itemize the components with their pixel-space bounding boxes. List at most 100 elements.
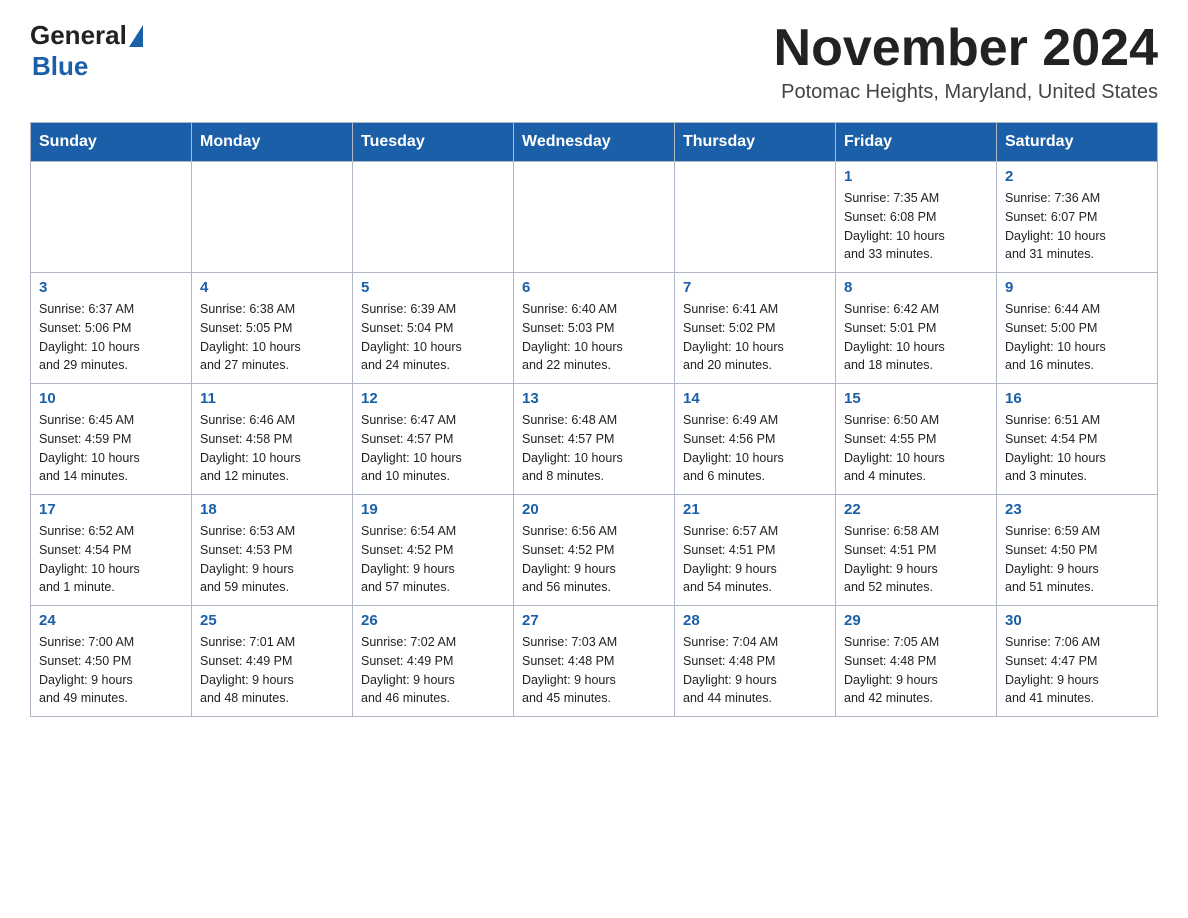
day-info: Sunrise: 6:58 AM Sunset: 4:51 PM Dayligh… bbox=[844, 522, 988, 597]
month-title: November 2024 bbox=[774, 20, 1158, 77]
calendar-day-cell: 7 Sunrise: 6:41 AM Sunset: 5:02 PM Daylig… bbox=[675, 273, 836, 384]
calendar-day-cell: 2 Sunrise: 7:36 AM Sunset: 6:07 PM Daylig… bbox=[997, 162, 1158, 273]
day-number: 5 bbox=[361, 279, 505, 296]
calendar-day-cell: 23 Sunrise: 6:59 AM Sunset: 4:50 PM Dayli… bbox=[997, 495, 1158, 606]
day-number: 20 bbox=[522, 501, 666, 518]
day-info: Sunrise: 7:01 AM Sunset: 4:49 PM Dayligh… bbox=[200, 633, 344, 708]
day-info: Sunrise: 7:02 AM Sunset: 4:49 PM Dayligh… bbox=[361, 633, 505, 708]
day-info: Sunrise: 6:53 AM Sunset: 4:53 PM Dayligh… bbox=[200, 522, 344, 597]
day-number: 23 bbox=[1005, 501, 1149, 518]
day-info: Sunrise: 6:48 AM Sunset: 4:57 PM Dayligh… bbox=[522, 411, 666, 486]
calendar-week-row: 17 Sunrise: 6:52 AM Sunset: 4:54 PM Dayli… bbox=[31, 495, 1158, 606]
calendar-day-cell bbox=[514, 162, 675, 273]
calendar-day-cell: 30 Sunrise: 7:06 AM Sunset: 4:47 PM Dayli… bbox=[997, 606, 1158, 717]
calendar-week-row: 1Sunrise: 7:35 AM Sunset: 6:08 PM Daylig… bbox=[31, 162, 1158, 273]
day-number: 1 bbox=[844, 168, 988, 185]
calendar-header-row: SundayMondayTuesdayWednesdayThursdayFrid… bbox=[31, 123, 1158, 162]
calendar-day-cell: 1Sunrise: 7:35 AM Sunset: 6:08 PM Daylig… bbox=[836, 162, 997, 273]
calendar-day-cell: 21Sunrise: 6:57 AM Sunset: 4:51 PM Dayli… bbox=[675, 495, 836, 606]
calendar-table: SundayMondayTuesdayWednesdayThursdayFrid… bbox=[30, 122, 1158, 717]
calendar-day-cell bbox=[675, 162, 836, 273]
day-number: 2 bbox=[1005, 168, 1149, 185]
calendar-day-cell: 5 Sunrise: 6:39 AM Sunset: 5:04 PM Daylig… bbox=[353, 273, 514, 384]
calendar-day-cell: 11 Sunrise: 6:46 AM Sunset: 4:58 PM Dayli… bbox=[192, 384, 353, 495]
day-info: Sunrise: 6:46 AM Sunset: 4:58 PM Dayligh… bbox=[200, 411, 344, 486]
calendar-day-cell: 22 Sunrise: 6:58 AM Sunset: 4:51 PM Dayli… bbox=[836, 495, 997, 606]
calendar-day-cell: 29 Sunrise: 7:05 AM Sunset: 4:48 PM Dayli… bbox=[836, 606, 997, 717]
calendar-day-cell: 10Sunrise: 6:45 AM Sunset: 4:59 PM Dayli… bbox=[31, 384, 192, 495]
day-number: 16 bbox=[1005, 390, 1149, 407]
calendar-day-cell: 19Sunrise: 6:54 AM Sunset: 4:52 PM Dayli… bbox=[353, 495, 514, 606]
day-info: Sunrise: 7:00 AM Sunset: 4:50 PM Dayligh… bbox=[39, 633, 183, 708]
logo-blue-text: Blue bbox=[32, 51, 88, 81]
logo: General Blue bbox=[30, 20, 143, 82]
location-title: Potomac Heights, Maryland, United States bbox=[774, 81, 1158, 104]
day-number: 25 bbox=[200, 612, 344, 629]
day-number: 17 bbox=[39, 501, 183, 518]
calendar-day-cell: 13 Sunrise: 6:48 AM Sunset: 4:57 PM Dayli… bbox=[514, 384, 675, 495]
calendar-week-row: 10Sunrise: 6:45 AM Sunset: 4:59 PM Dayli… bbox=[31, 384, 1158, 495]
calendar-week-row: 24 Sunrise: 7:00 AM Sunset: 4:50 PM Dayli… bbox=[31, 606, 1158, 717]
day-info: Sunrise: 6:39 AM Sunset: 5:04 PM Dayligh… bbox=[361, 300, 505, 375]
day-info: Sunrise: 7:03 AM Sunset: 4:48 PM Dayligh… bbox=[522, 633, 666, 708]
day-number: 4 bbox=[200, 279, 344, 296]
day-number: 13 bbox=[522, 390, 666, 407]
calendar-day-cell: 17 Sunrise: 6:52 AM Sunset: 4:54 PM Dayli… bbox=[31, 495, 192, 606]
calendar-day-cell: 15 Sunrise: 6:50 AM Sunset: 4:55 PM Dayli… bbox=[836, 384, 997, 495]
day-number: 11 bbox=[200, 390, 344, 407]
day-info: Sunrise: 6:52 AM Sunset: 4:54 PM Dayligh… bbox=[39, 522, 183, 597]
calendar-day-header: Thursday bbox=[675, 123, 836, 162]
day-number: 29 bbox=[844, 612, 988, 629]
calendar-day-cell: 20 Sunrise: 6:56 AM Sunset: 4:52 PM Dayli… bbox=[514, 495, 675, 606]
day-info: Sunrise: 7:06 AM Sunset: 4:47 PM Dayligh… bbox=[1005, 633, 1149, 708]
day-number: 26 bbox=[361, 612, 505, 629]
day-number: 7 bbox=[683, 279, 827, 296]
day-number: 8 bbox=[844, 279, 988, 296]
calendar-day-header: Saturday bbox=[997, 123, 1158, 162]
day-info: Sunrise: 6:49 AM Sunset: 4:56 PM Dayligh… bbox=[683, 411, 827, 486]
day-number: 24 bbox=[39, 612, 183, 629]
calendar-day-header: Sunday bbox=[31, 123, 192, 162]
calendar-day-header: Tuesday bbox=[353, 123, 514, 162]
calendar-day-cell: 25 Sunrise: 7:01 AM Sunset: 4:49 PM Dayli… bbox=[192, 606, 353, 717]
day-number: 9 bbox=[1005, 279, 1149, 296]
day-info: Sunrise: 6:50 AM Sunset: 4:55 PM Dayligh… bbox=[844, 411, 988, 486]
day-number: 21 bbox=[683, 501, 827, 518]
calendar-day-header: Friday bbox=[836, 123, 997, 162]
day-number: 19 bbox=[361, 501, 505, 518]
calendar-day-cell bbox=[353, 162, 514, 273]
day-number: 27 bbox=[522, 612, 666, 629]
day-number: 30 bbox=[1005, 612, 1149, 629]
calendar-day-cell: 9 Sunrise: 6:44 AM Sunset: 5:00 PM Daylig… bbox=[997, 273, 1158, 384]
day-number: 12 bbox=[361, 390, 505, 407]
day-info: Sunrise: 6:42 AM Sunset: 5:01 PM Dayligh… bbox=[844, 300, 988, 375]
day-info: Sunrise: 7:36 AM Sunset: 6:07 PM Dayligh… bbox=[1005, 189, 1149, 264]
calendar-day-cell: 24 Sunrise: 7:00 AM Sunset: 4:50 PM Dayli… bbox=[31, 606, 192, 717]
calendar-day-header: Wednesday bbox=[514, 123, 675, 162]
logo-general-text: General bbox=[30, 20, 127, 51]
day-info: Sunrise: 7:04 AM Sunset: 4:48 PM Dayligh… bbox=[683, 633, 827, 708]
day-number: 22 bbox=[844, 501, 988, 518]
day-info: Sunrise: 6:40 AM Sunset: 5:03 PM Dayligh… bbox=[522, 300, 666, 375]
calendar-day-cell: 8 Sunrise: 6:42 AM Sunset: 5:01 PM Daylig… bbox=[836, 273, 997, 384]
day-info: Sunrise: 6:44 AM Sunset: 5:00 PM Dayligh… bbox=[1005, 300, 1149, 375]
title-block: November 2024 Potomac Heights, Maryland,… bbox=[774, 20, 1158, 104]
day-info: Sunrise: 6:38 AM Sunset: 5:05 PM Dayligh… bbox=[200, 300, 344, 375]
calendar-day-cell: 12 Sunrise: 6:47 AM Sunset: 4:57 PM Dayli… bbox=[353, 384, 514, 495]
calendar-day-cell bbox=[31, 162, 192, 273]
day-number: 14 bbox=[683, 390, 827, 407]
page-header: General Blue November 2024 Potomac Heigh… bbox=[30, 20, 1158, 104]
calendar-day-cell: 27 Sunrise: 7:03 AM Sunset: 4:48 PM Dayli… bbox=[514, 606, 675, 717]
day-number: 18 bbox=[200, 501, 344, 518]
day-info: Sunrise: 6:37 AM Sunset: 5:06 PM Dayligh… bbox=[39, 300, 183, 375]
day-info: Sunrise: 6:41 AM Sunset: 5:02 PM Dayligh… bbox=[683, 300, 827, 375]
calendar-day-cell: 4 Sunrise: 6:38 AM Sunset: 5:05 PM Daylig… bbox=[192, 273, 353, 384]
day-info: Sunrise: 7:05 AM Sunset: 4:48 PM Dayligh… bbox=[844, 633, 988, 708]
calendar-day-cell: 3Sunrise: 6:37 AM Sunset: 5:06 PM Daylig… bbox=[31, 273, 192, 384]
calendar-week-row: 3Sunrise: 6:37 AM Sunset: 5:06 PM Daylig… bbox=[31, 273, 1158, 384]
day-number: 15 bbox=[844, 390, 988, 407]
day-info: Sunrise: 6:59 AM Sunset: 4:50 PM Dayligh… bbox=[1005, 522, 1149, 597]
day-info: Sunrise: 6:56 AM Sunset: 4:52 PM Dayligh… bbox=[522, 522, 666, 597]
day-info: Sunrise: 6:47 AM Sunset: 4:57 PM Dayligh… bbox=[361, 411, 505, 486]
logo-arrow-icon bbox=[129, 25, 143, 47]
